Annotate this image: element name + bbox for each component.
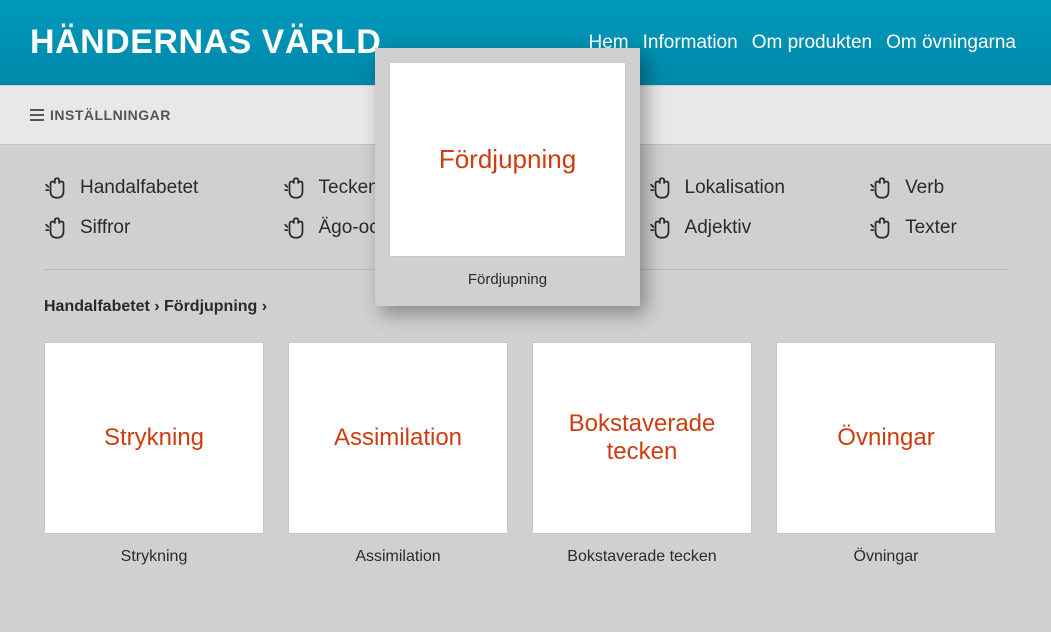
category-lokalisation[interactable]: Lokalisation: [649, 175, 836, 201]
nav-information[interactable]: Information: [643, 32, 738, 54]
category-handalfabetet[interactable]: Handalfabetet: [44, 175, 249, 201]
card-wrap-ovningar: Övningar Övningar: [776, 342, 996, 566]
card-caption: Strykning: [121, 548, 188, 566]
card-caption: Assimilation: [355, 548, 440, 566]
card-caption: Bokstaverade tecken: [567, 548, 716, 566]
nav-om-produkten[interactable]: Om produkten: [752, 32, 872, 54]
hand-sign-icon: [649, 175, 675, 201]
hand-sign-icon: [44, 215, 70, 241]
card-wrap-assimilation: Assimilation Assimilation: [288, 342, 508, 566]
tooltip-popup[interactable]: Fördjupning Fördjupning: [375, 48, 640, 306]
hand-sign-icon: [44, 175, 70, 201]
card-strykning[interactable]: Strykning: [44, 342, 264, 534]
card-assimilation[interactable]: Assimilation: [288, 342, 508, 534]
category-label: Handalfabetet: [80, 177, 198, 199]
category-label: Adjektiv: [685, 217, 752, 239]
card-caption: Övningar: [854, 548, 919, 566]
settings-label: INSTÄLLNINGAR: [50, 107, 171, 123]
card-wrap-bokstaverade: Bokstaverade tecken Bokstaverade tecken: [532, 342, 752, 566]
card-title: Assimilation: [334, 424, 462, 452]
hand-sign-icon: [869, 175, 895, 201]
card-title: Bokstaverade tecken: [545, 410, 739, 466]
site-title[interactable]: HÄNDERNAS VÄRLD: [30, 23, 381, 62]
category-siffror[interactable]: Siffror: [44, 215, 249, 241]
card-wrap-strykning: Strykning Strykning: [44, 342, 264, 566]
card-title: Strykning: [104, 424, 204, 452]
category-label: Verb: [905, 177, 944, 199]
popup-card-fordjupning[interactable]: Fördjupning: [389, 62, 626, 257]
top-nav: Hem Information Om produkten Om övningar…: [589, 32, 1016, 54]
popup-card-title: Fördjupning: [439, 144, 576, 175]
hand-sign-icon: [869, 215, 895, 241]
category-label: Lokalisation: [685, 177, 785, 199]
category-label: Siffror: [80, 217, 130, 239]
card-ovningar[interactable]: Övningar: [776, 342, 996, 534]
card-row: Strykning Strykning Assimilation Assimil…: [44, 342, 1007, 566]
card-bokstaverade-tecken[interactable]: Bokstaverade tecken: [532, 342, 752, 534]
settings-button[interactable]: INSTÄLLNINGAR: [30, 107, 171, 123]
card-title: Övningar: [837, 424, 934, 452]
hand-sign-icon: [649, 215, 675, 241]
hamburger-icon: [30, 109, 44, 121]
category-texter[interactable]: Texter: [869, 215, 1007, 241]
nav-om-ovningarna[interactable]: Om övningarna: [886, 32, 1016, 54]
hand-sign-icon: [283, 215, 309, 241]
category-adjektiv[interactable]: Adjektiv: [649, 215, 836, 241]
category-label: Texter: [905, 217, 957, 239]
popup-card-caption: Fördjupning: [389, 271, 626, 288]
category-verb[interactable]: Verb: [869, 175, 1007, 201]
hand-sign-icon: [283, 175, 309, 201]
